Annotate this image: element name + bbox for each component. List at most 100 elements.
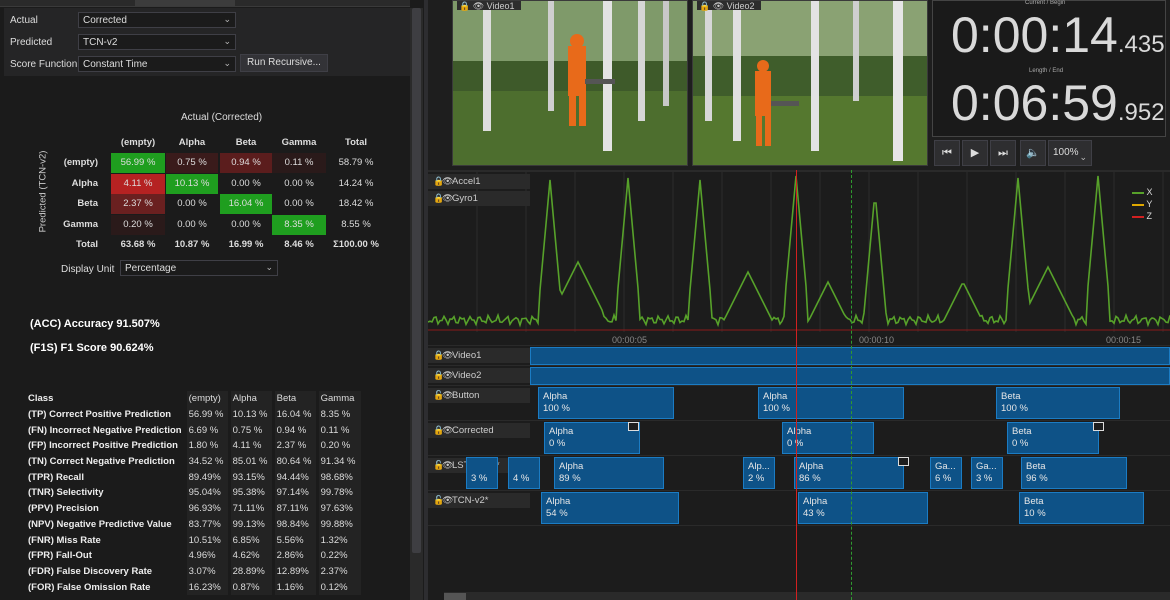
sensor-plot-area[interactable]: 00:00:05 00:00:10 00:00:15 🔒 👁 Accel1 🔒 👁 Gy… (427, 170, 1170, 345)
score-function-label: Score Function (10, 59, 78, 70)
metric-value: 1.16% (271, 579, 318, 595)
zoom-select[interactable]: 100% ⌄ (1048, 140, 1092, 166)
eye-hidden-icon[interactable]: 👁 (442, 191, 453, 206)
metric-value: 99.13% (227, 516, 274, 533)
current-time: 0:00:14.435 (951, 7, 1165, 73)
timeline-scrollbar-thumb[interactable] (444, 593, 466, 600)
lane-accel1[interactable]: 🔒 👁 Accel1 (428, 174, 530, 189)
current-time-fraction: .435 (1117, 31, 1165, 58)
accuracy-text: (ACC) Accuracy 91.507% (30, 318, 160, 330)
segment-percent: 10 % (1024, 508, 1046, 519)
segment-percent: 4 % (513, 473, 530, 484)
length-time-main: 0:06:59 (951, 75, 1118, 131)
segment-label: Ga... (976, 461, 997, 472)
cm-cell: 8.46 % (272, 235, 326, 255)
track-tcn-header[interactable]: 🔓 👁 TCN-v2* (428, 493, 530, 508)
eye-icon[interactable]: 👁 (442, 174, 453, 189)
annotation-segment[interactable]: Alpha 86 % (794, 457, 904, 489)
display-unit-select[interactable]: Percentage ⌄ (120, 260, 278, 276)
legend-z: Z (1132, 210, 1153, 222)
x-series-line (427, 175, 1170, 328)
comment-icon[interactable] (628, 422, 639, 431)
run-recursive-button[interactable]: Run Recursive... (240, 54, 328, 72)
predicted-label: Predicted (10, 37, 53, 48)
metric-value: 0.11 % (315, 422, 362, 439)
annotation-segment[interactable]: 4 % (508, 457, 540, 489)
segment-label: Alpha (799, 461, 824, 472)
play-button[interactable]: ▶ (962, 140, 988, 166)
table-row: (FN) Incorrect Negative Prediction 6.69 %… (26, 422, 362, 439)
segment-label: Beta (1024, 496, 1044, 507)
eye-icon[interactable]: 👁 (442, 458, 453, 473)
empty-track-area[interactable] (428, 525, 1170, 600)
eye-icon[interactable]: 👁 (442, 388, 453, 403)
timeline-scrollbar[interactable] (444, 592, 1170, 600)
track-corrected-header[interactable]: 🔒 👁 Corrected (428, 423, 530, 438)
skip-back-button[interactable]: ⏮ (934, 140, 960, 166)
eye-icon[interactable]: 👁 (442, 368, 453, 383)
cm-cell: 14.24 % (328, 173, 384, 194)
panel-scrollbar-thumb[interactable] (412, 8, 421, 553)
annotation-segment[interactable]: Alpha 89 % (554, 457, 664, 489)
lane-gyro1[interactable]: 🔒 👁 Gyro1 (428, 191, 530, 206)
metric-name: (FDR) False Discovery Rate (28, 565, 153, 577)
legend-z-label: Z (1146, 211, 1153, 221)
eye-icon[interactable]: 👁 (442, 493, 453, 508)
annotation-segment[interactable]: Beta 0 % (1007, 422, 1099, 454)
video1-range[interactable] (530, 347, 1170, 365)
score-function-select[interactable]: Constant Time ⌄ (78, 56, 236, 72)
metric-value: 98.68% (315, 469, 362, 486)
video2-player[interactable]: 🔒 👁 Video2 (692, 0, 928, 166)
eye-icon[interactable]: 👁 (442, 348, 453, 363)
actual-select[interactable]: Corrected ⌄ (78, 12, 236, 28)
annotation-segment[interactable]: a3 % (466, 457, 498, 489)
metric-value: 0.12% (315, 579, 362, 595)
display-unit-value: Percentage (125, 263, 177, 274)
segment-label: Beta (1012, 426, 1032, 437)
cm-col-header: Beta (235, 137, 257, 148)
annotation-segment[interactable]: Alpha 100 % (758, 387, 904, 419)
skip-back-icon: ⏮ (942, 147, 952, 159)
annotation-segment[interactable]: Alpha 43 % (798, 492, 928, 524)
skip-forward-icon: ⏭ (998, 147, 1008, 159)
active-tab[interactable] (135, 0, 235, 6)
annotation-segment[interactable]: Beta 100 % (996, 387, 1120, 419)
annotation-segment[interactable]: Alpha 0 % (544, 422, 640, 454)
actual-label: Actual (10, 15, 38, 26)
table-row: (FNR) Miss Rate 10.51% 6.85% 5.56% 1.32% (26, 532, 362, 548)
track-video1-header[interactable]: 🔒 👁 Video1 (428, 348, 530, 363)
metric-value: 85.01 % (227, 453, 274, 470)
legend-x-label: X (1146, 187, 1153, 197)
annotation-segment[interactable]: Beta 10 % (1019, 492, 1144, 524)
video2-range[interactable] (530, 367, 1170, 385)
annotation-segment[interactable]: Alp... 2 % (743, 457, 775, 489)
time-display: Current / Begin 0:00:14.435 Length / End… (932, 0, 1166, 137)
cm-cell: 56.99 % (111, 153, 165, 173)
metrics-table: Class (empty) Alpha Beta Gamma (TP) Correct P… (26, 391, 362, 595)
skip-forward-button[interactable]: ⏭ (990, 140, 1016, 166)
metric-value: 0.22% (315, 547, 362, 564)
cm-row-header: Beta (77, 198, 98, 209)
metrics-header-cell: Beta (271, 391, 318, 407)
length-caption: Length / End (1029, 68, 1064, 74)
metric-value: 93.15% (227, 469, 274, 486)
annotation-segment[interactable]: Alpha 54 % (541, 492, 679, 524)
metric-value: 4.62% (227, 547, 274, 564)
track-video2-header[interactable]: 🔒 👁 Video2 (428, 368, 530, 383)
annotation-segment[interactable]: Beta 96 % (1021, 457, 1127, 489)
video1-player[interactable]: 🔒 👁 Video1 (452, 0, 688, 166)
comment-icon[interactable] (898, 457, 909, 466)
playhead-line[interactable] (796, 170, 797, 600)
eye-icon[interactable]: 👁 (442, 423, 453, 438)
track-button-header[interactable]: 🔓 👁 Button (428, 388, 530, 403)
segment-percent: 100 % (543, 403, 570, 414)
metric-value: 2.37% (315, 563, 362, 580)
annotation-segment[interactable]: Ga... 6 % (930, 457, 962, 489)
annotation-segment[interactable]: Alpha 100 % (538, 387, 674, 419)
comment-icon[interactable] (1093, 422, 1104, 431)
predicted-select[interactable]: TCN-v2 ⌄ (78, 34, 236, 50)
annotation-segment[interactable]: Ga... 3 % (971, 457, 1003, 489)
volume-button[interactable]: 🔈 (1020, 140, 1046, 166)
metric-value: 94.44% (271, 469, 318, 486)
metric-value: 95.04% (183, 485, 230, 501)
